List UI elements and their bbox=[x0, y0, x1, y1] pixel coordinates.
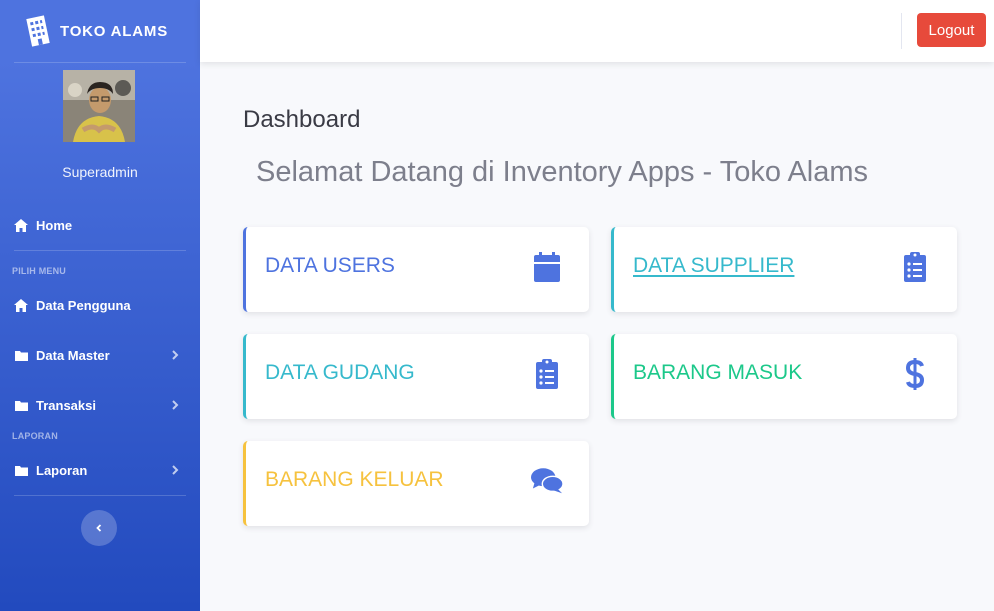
card-title: DATA USERS bbox=[265, 254, 395, 277]
card-data-users[interactable]: DATA USERS bbox=[243, 227, 589, 312]
card-title: BARANG MASUK bbox=[633, 361, 803, 384]
chevron-right-icon bbox=[172, 400, 179, 410]
folder-icon bbox=[14, 463, 28, 477]
sidebar-item-home[interactable]: Home bbox=[0, 213, 200, 237]
brand-name: TOKO ALAMS bbox=[60, 22, 168, 40]
sidebar-divider bbox=[14, 62, 186, 63]
sidebar-item-transaksi[interactable]: Transaksi bbox=[0, 393, 200, 417]
avatar-photo bbox=[63, 70, 135, 142]
folder-icon bbox=[14, 398, 28, 412]
calendar-icon bbox=[531, 251, 563, 283]
sidebar-toggle-button[interactable] bbox=[81, 510, 117, 546]
sidebar-item-label: Data Pengguna bbox=[36, 297, 131, 313]
folder-icon bbox=[14, 348, 28, 362]
clipboard-list-icon bbox=[531, 358, 563, 390]
chevron-left-icon bbox=[96, 524, 102, 532]
card-data-supplier[interactable]: DATA SUPPLIER bbox=[611, 227, 957, 312]
sidebar-item-label: Laporan bbox=[36, 462, 88, 478]
card-barang-keluar[interactable]: BARANG KELUAR bbox=[243, 441, 589, 526]
chevron-right-icon bbox=[172, 350, 179, 360]
sidebar-divider bbox=[14, 250, 186, 251]
card-barang-masuk[interactable]: BARANG MASUK bbox=[611, 334, 957, 419]
card-title: DATA GUDANG bbox=[265, 361, 415, 384]
sidebar-item-label: Data Master bbox=[36, 347, 110, 363]
card-data-gudang[interactable]: DATA GUDANG bbox=[243, 334, 589, 419]
topbar: Logout bbox=[200, 0, 994, 62]
sidebar-heading-menu: PILIH MENU bbox=[12, 266, 67, 276]
sidebar-brand[interactable]: TOKO ALAMS bbox=[0, 0, 200, 62]
sidebar-item-data-pengguna[interactable]: Data Pengguna bbox=[0, 293, 200, 317]
card-title: BARANG KELUAR bbox=[265, 468, 444, 491]
sidebar-username: Superadmin bbox=[62, 164, 138, 180]
dollar-icon bbox=[899, 358, 931, 390]
chevron-right-icon bbox=[172, 465, 179, 475]
comments-icon bbox=[531, 465, 563, 497]
clipboard-list-icon bbox=[899, 251, 931, 283]
logout-button[interactable]: Logout bbox=[917, 13, 986, 47]
home-icon bbox=[14, 298, 28, 312]
welcome-message: Selamat Datang di Inventory Apps - Toko … bbox=[256, 156, 869, 188]
card-title: DATA SUPPLIER bbox=[633, 254, 795, 277]
topbar-divider bbox=[901, 13, 902, 49]
sidebar-item-data-master[interactable]: Data Master bbox=[0, 343, 200, 367]
avatar bbox=[63, 70, 135, 142]
page-title: Dashboard bbox=[243, 106, 361, 133]
sidebar-item-laporan[interactable]: Laporan bbox=[0, 458, 200, 482]
sidebar-item-label: Home bbox=[36, 217, 73, 233]
sidebar-heading-laporan: LAPORAN bbox=[12, 431, 58, 441]
building-icon bbox=[26, 15, 50, 47]
sidebar: TOKO ALAMS Superadmin Home PILIH MENU Da… bbox=[0, 0, 200, 611]
home-icon bbox=[14, 218, 28, 232]
sidebar-item-label: Transaksi bbox=[36, 397, 96, 413]
sidebar-divider bbox=[14, 495, 186, 496]
